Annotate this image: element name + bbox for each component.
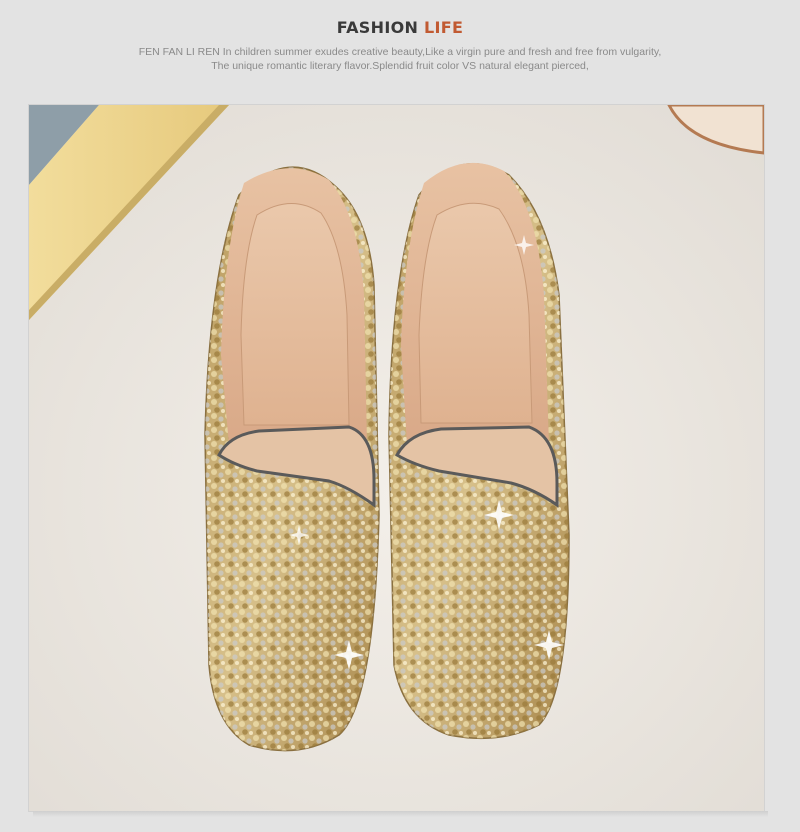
subtitle-line-1: FEN FAN LI REN In children summer exudes… <box>138 46 662 58</box>
left-shoe <box>204 166 380 752</box>
shoes-illustration <box>29 105 764 811</box>
title-main: FASHION <box>336 18 425 37</box>
title-accent: LIFE <box>424 18 464 37</box>
frame-shadow <box>33 811 768 817</box>
right-shoe <box>388 162 570 740</box>
header: FASHION LIFE FEN FAN LI REN In children … <box>0 0 800 100</box>
page-title: FASHION LIFE <box>0 18 800 37</box>
product-photo <box>29 105 764 811</box>
subtitle-line-2: The unique romantic literary flavor.Sple… <box>211 60 589 72</box>
